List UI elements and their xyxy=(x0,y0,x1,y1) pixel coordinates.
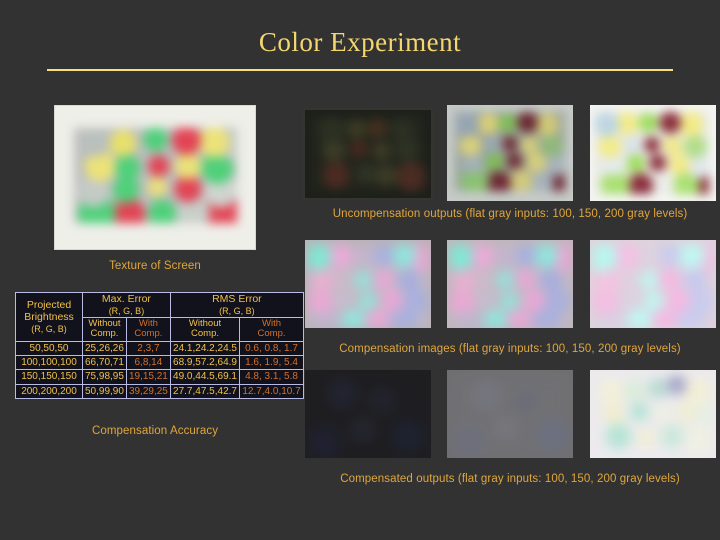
subheader-rms-with-comp: With Comp. xyxy=(239,316,304,343)
compensation-image-150 xyxy=(447,240,573,328)
table-row: 100,100,100 66,70,71 6,8,14 68.9,57.2,64… xyxy=(15,355,304,371)
uncompensated-checker-150 xyxy=(455,112,565,191)
subheader-max-without-line1: Without xyxy=(88,317,121,329)
header-rms-error-label: RMS Error xyxy=(212,293,262,305)
cell-rms-without: 24.1,24.2,24.5 xyxy=(169,341,241,357)
cell-max-without: 66,70,71 xyxy=(82,355,127,371)
subheader-max-without-comp: Without Comp. xyxy=(82,316,127,343)
compensated-output-200 xyxy=(590,370,716,458)
uncompensated-output-200 xyxy=(590,105,716,201)
subheader-rms-with-line1: With xyxy=(262,317,282,329)
header-projected-brightness: Projected Brightness (R, G, B) xyxy=(15,291,83,343)
cell-rms-with: 4.8, 3.1, 5.8 xyxy=(239,369,304,385)
header-max-error-sub: (R, G, B) xyxy=(108,305,145,316)
compensated-output-150 xyxy=(447,370,573,458)
table-header-row-1: Projected Brightness (R, G, B) Max. Erro… xyxy=(15,291,304,343)
uncompensated-output-100 xyxy=(305,110,431,198)
table-row: 150,150,150 75,98,95 19,15,21 49.0,44.5,… xyxy=(15,369,304,385)
subheader-rms-without-line2: Comp. xyxy=(191,328,219,340)
header-projected-sub: (R, G, B) xyxy=(31,323,67,334)
compensation-images-caption: Compensation images (flat gray inputs: 1… xyxy=(339,343,681,355)
cell-brightness: 50,50,50 xyxy=(15,341,83,357)
cell-max-with: 19,15,21 xyxy=(125,369,171,385)
cell-max-with: 39,29,25 xyxy=(125,383,171,399)
cell-brightness: 100,100,100 xyxy=(15,355,83,371)
header-projected-line1: Projected xyxy=(26,299,72,312)
cell-rms-with: 0.6, 0.8, 1.7 xyxy=(239,341,304,357)
cell-rms-with: 1.6, 1.9, 5.4 xyxy=(239,355,304,371)
compensated-outputs-caption: Compensated outputs (flat gray inputs: 1… xyxy=(340,473,680,485)
header-max-error: Max. Error (R, G, B) xyxy=(82,292,171,318)
cell-brightness: 150,150,150 xyxy=(15,369,83,385)
compensation-checker-200 xyxy=(593,245,713,328)
compensation-image-100 xyxy=(305,240,431,328)
compensated-flat-150 xyxy=(452,375,569,458)
cell-max-without: 25,26,26 xyxy=(82,341,127,357)
compensation-checker-100 xyxy=(308,245,428,328)
uncompensated-checker-100 xyxy=(311,116,425,192)
header-max-error-label: Max. Error xyxy=(101,293,151,305)
subheader-rms-without-comp: Without Comp. xyxy=(169,316,241,343)
compensation-accuracy-table: Projected Brightness (R, G, B) Max. Erro… xyxy=(15,291,304,399)
cell-brightness: 200,200,200 xyxy=(15,383,83,399)
compensation-image-200 xyxy=(590,240,716,328)
cell-max-without: 50,99,90 xyxy=(82,383,127,399)
header-rms-error-sub: (R, G, B) xyxy=(219,305,255,316)
table-row: 50,50,50 25,26,26 2,3,7 24.1,24.2,24.5 0… xyxy=(15,341,304,357)
compensated-flat-200 xyxy=(595,375,712,458)
screen-texture-image xyxy=(55,106,255,249)
uncompensation-outputs-caption: Uncompensation outputs (flat gray inputs… xyxy=(332,208,688,220)
cell-max-with: 2,3,7 xyxy=(125,341,171,357)
texture-of-screen-caption: Texture of Screen xyxy=(109,260,201,272)
cell-max-with: 6,8,14 xyxy=(125,355,171,371)
subheader-max-with-line2: Comp. xyxy=(134,328,163,340)
header-projected-line2: Brightness xyxy=(24,311,74,323)
header-rms-error: RMS Error (R, G, B) xyxy=(169,292,304,318)
cell-rms-without: 27.7,47.5,42.7 xyxy=(169,383,241,399)
cell-rms-without: 68.9,57.2,64.9 xyxy=(169,355,241,371)
compensated-flat-100 xyxy=(310,375,427,458)
subheader-max-with-line1: With xyxy=(138,317,158,329)
page-title: Color Experiment xyxy=(258,27,462,57)
compensation-checker-150 xyxy=(450,245,570,328)
title-divider xyxy=(47,69,673,71)
table-row: 200,200,200 50,99,90 39,29,25 27.7,47.5,… xyxy=(15,383,304,399)
cell-max-without: 75,98,95 xyxy=(82,369,127,385)
uncompensated-output-150 xyxy=(447,105,573,201)
subheader-rms-with-line2: Comp. xyxy=(257,328,286,340)
subheader-max-without-line2: Comp. xyxy=(90,328,119,340)
screen-texture-checker xyxy=(74,128,237,223)
compensation-accuracy-caption: Compensation Accuracy xyxy=(91,425,219,437)
uncompensated-checker-200 xyxy=(595,112,709,194)
compensated-output-100 xyxy=(305,370,431,458)
subheader-max-with-comp: With Comp. xyxy=(125,316,171,343)
cell-rms-without: 49.0,44.5,69.1 xyxy=(169,369,241,385)
subheader-rms-without-line1: Without xyxy=(188,317,222,329)
cell-rms-with: 12.7,4.0,10.7 xyxy=(239,383,304,399)
